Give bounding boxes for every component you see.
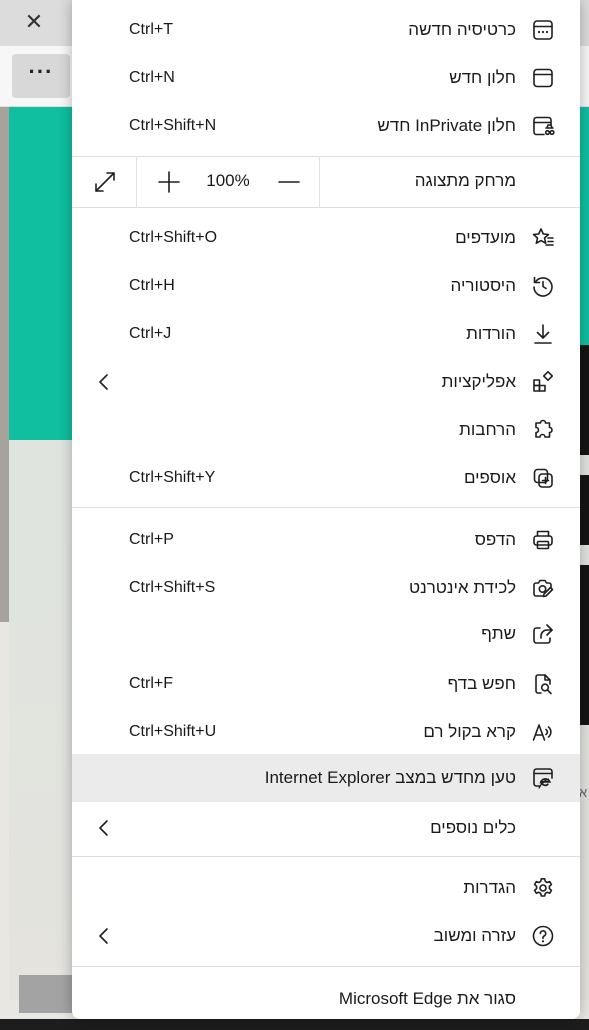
menu-item-label: לכידת אינטרנט <box>409 578 516 597</box>
menu-item-extensions[interactable]: הרחבות <box>72 406 580 454</box>
chevron-left-icon <box>94 817 114 839</box>
menu-item-label: עזרה ומשוב <box>433 926 516 945</box>
menu-item-shortcut: Ctrl+Shift+O <box>129 229 218 246</box>
menu-item-collections[interactable]: אוספים Ctrl+Shift+Y <box>72 454 580 502</box>
web-capture-icon <box>531 576 555 600</box>
zoom-divider <box>319 157 320 207</box>
menu-item-web-capture[interactable]: לכידת אינטרנט Ctrl+Shift+S <box>72 564 580 612</box>
close-tab-icon[interactable]: ✕ <box>20 8 48 36</box>
new-window-icon <box>531 66 555 90</box>
menu-item-shortcut: Ctrl+J <box>129 325 172 342</box>
new-tab-icon <box>531 18 555 42</box>
history-icon <box>531 274 555 298</box>
menu-item-label: מועדפים <box>455 228 516 247</box>
menu-item-label: אפליקציות <box>441 372 516 391</box>
menu-item-favorites[interactable]: מועדפים Ctrl+Shift+O <box>72 214 580 262</box>
help-icon <box>531 924 555 948</box>
zoom-divider <box>136 157 137 207</box>
menu-item-shortcut: Ctrl+P <box>129 531 174 548</box>
zoom-out-icon[interactable] <box>276 169 302 195</box>
menu-item-label: קרא בקול רם <box>423 722 516 741</box>
extensions-icon <box>531 418 555 442</box>
zoom-label: מרחק מתצוגה <box>414 171 516 190</box>
menu-divider <box>72 507 580 508</box>
menu-divider <box>72 207 580 208</box>
favorites-icon <box>531 226 555 250</box>
menu-item-share[interactable]: שתף <box>72 610 580 658</box>
menu-item-label: היסטוריה <box>450 276 516 295</box>
menu-item-history[interactable]: היסטוריה Ctrl+H <box>72 262 580 310</box>
menu-item-more-tools[interactable]: כלים נוספים <box>72 804 580 852</box>
settings-and-more-button[interactable]: ··· <box>12 54 70 98</box>
chevron-left-icon <box>94 371 114 393</box>
menu-item-label: הרחבות <box>459 420 516 439</box>
menu-item-apps[interactable]: אפליקציות <box>72 358 580 406</box>
settings-menu: כרטיסיה חדשה Ctrl+T חלון חדש Ctrl+N חלון… <box>72 0 580 1019</box>
share-icon <box>531 622 555 646</box>
page-side-text: א <box>579 785 588 800</box>
menu-item-label: סגור את Microsoft Edge <box>338 989 516 1008</box>
menu-item-close-edge[interactable]: סגור את Microsoft Edge <box>72 975 580 1023</box>
downloads-icon <box>531 322 555 346</box>
menu-item-shortcut: Ctrl+Shift+U <box>129 723 217 740</box>
menu-item-label: חלון חדש <box>449 68 516 87</box>
inprivate-icon <box>531 114 555 138</box>
menu-item-shortcut: Ctrl+Shift+S <box>129 579 216 596</box>
read-aloud-icon <box>531 720 555 744</box>
settings-icon <box>531 876 555 900</box>
zoom-in-icon[interactable] <box>156 169 182 195</box>
menu-item-read-aloud[interactable]: קרא בקול רם Ctrl+Shift+U <box>72 708 580 756</box>
apps-icon <box>531 370 555 394</box>
ie-mode-icon <box>531 766 555 790</box>
menu-item-label: כרטיסיה חדשה <box>408 20 516 39</box>
menu-item-find-on-page[interactable]: חפש בדף Ctrl+F <box>72 660 580 708</box>
menu-divider <box>72 966 580 967</box>
menu-item-label: חלון InPrivate חדש <box>377 116 516 135</box>
menu-item-shortcut: Ctrl+F <box>129 675 173 692</box>
print-icon <box>531 528 555 552</box>
menu-item-shortcut: Ctrl+Shift+Y <box>129 469 216 486</box>
menu-item-shortcut: Ctrl+T <box>129 21 173 38</box>
collections-icon <box>531 466 555 490</box>
zoom-control: 100% מרחק מתצוגה <box>72 157 580 207</box>
menu-item-new-window[interactable]: חלון חדש Ctrl+N <box>72 54 580 102</box>
menu-item-help-feedback[interactable]: עזרה ומשוב <box>72 912 580 960</box>
menu-item-label: חפש בדף <box>447 674 516 693</box>
menu-item-label: הורדות <box>466 324 516 343</box>
find-icon <box>531 672 555 696</box>
menu-item-settings[interactable]: הגדרות <box>72 864 580 912</box>
menu-item-downloads[interactable]: הורדות Ctrl+J <box>72 310 580 358</box>
menu-item-shortcut: Ctrl+N <box>129 69 175 86</box>
menu-item-label: אוספים <box>463 468 516 487</box>
zoom-level: 100% <box>206 171 250 190</box>
menu-item-shortcut: Ctrl+H <box>129 277 175 294</box>
page-left-strip <box>0 107 9 622</box>
menu-item-ie-mode[interactable]: טען מחדש במצב Internet Explorer <box>72 754 580 802</box>
menu-item-label: טען מחדש במצב Internet Explorer <box>264 768 516 787</box>
fullscreen-icon[interactable] <box>92 169 118 195</box>
menu-item-label: כלים נוספים <box>430 818 516 837</box>
menu-item-new-inprivate-window[interactable]: חלון InPrivate חדש Ctrl+Shift+N <box>72 102 580 150</box>
menu-divider <box>72 856 580 857</box>
chevron-left-icon <box>94 925 114 947</box>
menu-item-label: הדפס <box>474 530 516 549</box>
menu-item-label: שתף <box>481 624 516 643</box>
menu-item-shortcut: Ctrl+Shift+N <box>129 117 217 134</box>
menu-item-print[interactable]: הדפס Ctrl+P <box>72 516 580 564</box>
menu-item-label: הגדרות <box>463 878 516 897</box>
menu-item-new-tab[interactable]: כרטיסיה חדשה Ctrl+T <box>72 6 580 54</box>
page-button[interactable] <box>19 975 73 1013</box>
